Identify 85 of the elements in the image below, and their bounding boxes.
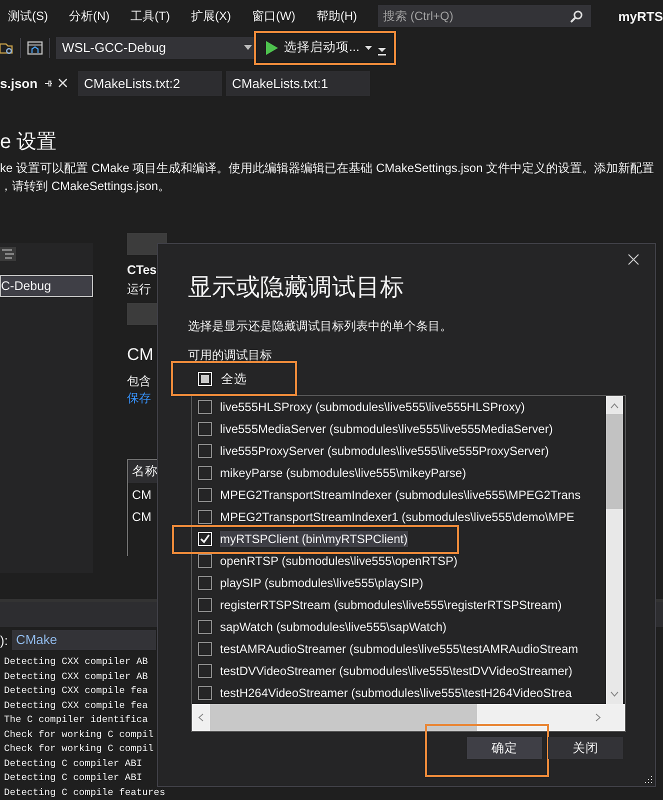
target-item[interactable]: live555HLSProxy (submodules\live555\live555HLSProxy) (220, 399, 525, 415)
output-line: Detecting CXX compiler AB (4, 655, 148, 670)
target-item[interactable]: mikeyParse (submodules\live555\mikeyParse) (220, 465, 466, 481)
checkbox[interactable] (198, 488, 212, 502)
target-item[interactable]: myRTSPClient (bin\myRTSPClient) (220, 531, 408, 547)
checkbox[interactable] (198, 664, 212, 678)
output-line: Detecting C compiler ABI (4, 756, 142, 771)
checkbox[interactable] (198, 422, 212, 436)
dialog-title: 显示或隐藏调试目标 (188, 273, 405, 303)
menu-item[interactable]: 窗口(W) (244, 8, 304, 25)
checkbox[interactable] (198, 466, 212, 480)
source-dropdown[interactable]: CMake (12, 630, 156, 650)
tab[interactable]: CMakeLists.txt:1 (226, 70, 370, 96)
checkbox[interactable] (198, 598, 212, 612)
target-item[interactable]: MPEG2TransportStreamIndexer (submodules\live555\MPEG2Trans (220, 487, 581, 503)
output-line: Detecting C compiler ABI (4, 771, 142, 786)
overflow-icon (378, 48, 386, 56)
section-text: 运行 (127, 280, 152, 298)
play-icon (266, 40, 278, 55)
pin-icon (44, 78, 52, 88)
description-text: ke 设置可以配置 CMake 项目生成和编译。使用此编辑器编辑已在基础 CMakeSettings.json 文件中定义的设置。添加新配置 (0, 160, 656, 177)
output-line: Detecting CXX compile fea (4, 698, 148, 713)
section-text: 包含 (127, 372, 152, 390)
description-text: ，请转到 CMakeSettings.json。 (0, 178, 172, 195)
output-line: The C compiler identifica (4, 713, 148, 728)
window-title: myRTS (618, 8, 663, 24)
dialog-subtitle: 选择是显示还是隐藏调试目标列表中的单个条目。 (188, 318, 453, 335)
tab[interactable]: CMakeLists.txt:2 (78, 70, 222, 96)
checkbox[interactable] (198, 400, 212, 414)
scroll-right-icon[interactable] (595, 713, 601, 722)
configuration-item[interactable]: C-Debug (0, 274, 93, 297)
checkbox[interactable] (198, 510, 212, 524)
menu-item[interactable]: 扩展(X) (183, 8, 239, 25)
target-item[interactable]: testDVVideoStreamer (submodules\live555\testDVVideoStreamer) (220, 663, 572, 679)
scroll-down-icon[interactable] (610, 691, 619, 697)
menu-item[interactable]: 分析(N) (61, 8, 118, 25)
search-icon (570, 10, 584, 23)
start-button[interactable]: 选择启动项... (264, 36, 378, 60)
checkbox[interactable] (198, 620, 212, 634)
search-input[interactable]: 搜索 (Ctrl+Q) (383, 9, 553, 24)
source-label: ): (0, 632, 8, 648)
checkbox[interactable] (198, 642, 212, 656)
output-line: Detecting C compile features (4, 786, 166, 800)
scroll-up-icon[interactable] (610, 403, 619, 409)
target-item[interactable]: live555MediaServer (submodules\live555\live555MediaServer) (220, 421, 553, 437)
output-line: Detecting CXX compile fea (4, 684, 148, 698)
dialog-button[interactable]: 确定 (467, 737, 542, 759)
menu-item[interactable]: 测试(S) (0, 8, 56, 25)
output-line: Detecting CXX compiler AB (4, 670, 148, 684)
horizontal-scrollbar[interactable] (192, 704, 625, 731)
scroll-left-icon[interactable] (198, 713, 204, 722)
output-line: Check for working C compil (4, 728, 154, 742)
target-item[interactable]: MPEG2TransportStreamIndexer1 (submodules\live555\demo\MPE (220, 509, 574, 525)
list-label: 可用的调试目标 (188, 347, 273, 364)
menu-item[interactable]: 工具(T) (122, 8, 178, 25)
checkbox[interactable] (198, 576, 212, 590)
section-title: CM (127, 344, 154, 365)
select-all-label[interactable]: 全选 (221, 370, 247, 388)
target-item[interactable]: playSIP (submodules\live555\playSIP) (220, 575, 424, 591)
output-line: Check for working C compil (4, 742, 154, 756)
caret-icon (244, 45, 252, 50)
search-field[interactable]: 搜索 (Ctrl+Q) (378, 5, 592, 28)
close-icon[interactable] (628, 254, 639, 265)
list-icon (0, 246, 18, 262)
checkbox[interactable] (198, 686, 212, 700)
target-item[interactable]: testAMRAudioStreamer (submodules\live555\testAMRAudioStream (220, 641, 578, 657)
checkbox[interactable] (198, 444, 212, 458)
target-item[interactable]: live555ProxyServer (submodules\live555\live555ProxyServer) (220, 443, 549, 459)
window-icon (27, 40, 43, 56)
vertical-scrollbar[interactable] (606, 396, 623, 704)
dialog-button[interactable]: 关闭 (548, 737, 623, 759)
caret-icon (365, 46, 372, 50)
configuration-dropdown[interactable]: WSL-GCC-Debug (56, 36, 256, 59)
resize-grip-icon (643, 774, 653, 784)
target-item[interactable]: registerRTSPStream (submodules\live555\registerRTSPStream) (220, 597, 562, 613)
menu-item[interactable]: 帮助(H) (308, 8, 365, 25)
table-cell-text: CM (131, 508, 152, 526)
target-item[interactable]: testH264VideoStreamer (submodules\live555\testH264VideoStrea (220, 685, 572, 701)
target-item[interactable]: sapWatch (submodules\live555\sapWatch) (220, 619, 447, 635)
target-item[interactable]: openRTSP (submodules\live555\openRTSP) (220, 553, 458, 569)
checkbox[interactable] (198, 554, 212, 568)
table-cell-text: CM (131, 486, 152, 504)
section-title: CTes (127, 262, 158, 277)
page-title: e 设置 (0, 130, 58, 155)
close-icon (58, 78, 68, 88)
